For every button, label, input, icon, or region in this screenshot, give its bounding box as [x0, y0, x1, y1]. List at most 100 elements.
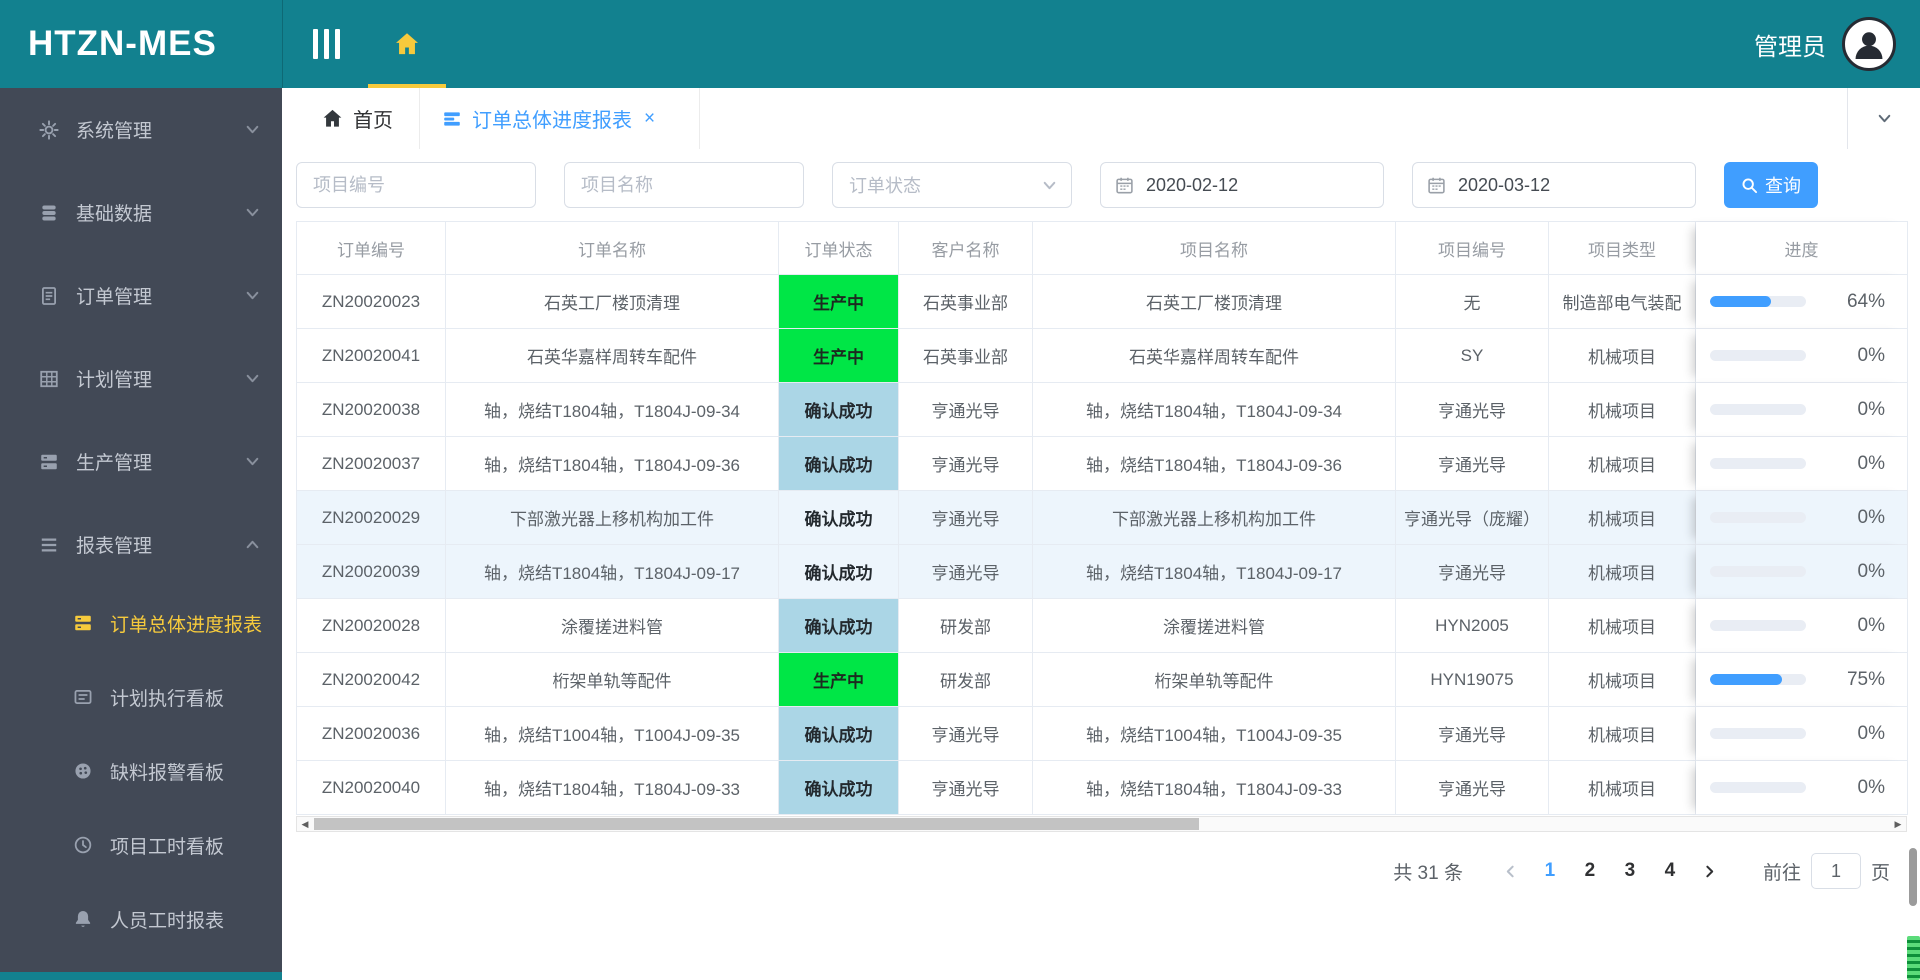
- progress-cell: 64%: [1696, 275, 1908, 329]
- username: 管理员: [1754, 33, 1826, 61]
- project-type-cell: 机械项目: [1549, 761, 1696, 815]
- horizontal-scrollbar[interactable]: ◀ ▶: [296, 816, 1907, 832]
- status-badge: 确认成功: [779, 437, 899, 491]
- order-no-cell: ZN20020029: [297, 491, 446, 545]
- progress-label: 0%: [1857, 344, 1885, 366]
- status-badge: 确认成功: [779, 383, 899, 437]
- document-icon: [38, 285, 60, 307]
- project-name-cell: 轴，烧结T1004轴，T1004J-09-35: [1033, 707, 1396, 761]
- progress-bar: 0%: [1696, 399, 1907, 421]
- sidebar-item-orders[interactable]: 订单管理: [0, 254, 282, 337]
- page-4-button[interactable]: 4: [1650, 860, 1690, 882]
- order-name-cell: 下部激光器上移机构加工件: [446, 491, 779, 545]
- progress-bar: 0%: [1696, 561, 1907, 583]
- table-row: ZN20020023 石英工厂楼顶清理 生产中 石英事业部 石英工厂楼顶清理无制造部电气…: [297, 275, 1908, 329]
- progress-label: 64%: [1846, 290, 1885, 312]
- date-from-input[interactable]: 2020-02-12: [1100, 162, 1384, 208]
- project-no-cell: HYN19075: [1396, 653, 1549, 707]
- status-badge: 生产中: [779, 329, 899, 383]
- select-placeholder: 订单状态: [849, 176, 921, 196]
- column-header: 订单状态: [779, 222, 899, 275]
- server-icon: [72, 612, 94, 634]
- prev-page-button[interactable]: [1491, 864, 1530, 879]
- sidebar: HTZN-MES 系统管理 基础数据 订单管理 计划管理 生产管理 报表管理 订单总体进度报…: [0, 0, 282, 980]
- sidebar-item-reports[interactable]: 报表管理: [0, 503, 282, 586]
- vertical-scrollbar-thumb[interactable]: [1909, 848, 1917, 906]
- home-button[interactable]: [368, 0, 446, 88]
- table-row: ZN20020039 轴，烧结T1804轴，T1804J-09-17 确认成功 亨通光…: [297, 545, 1908, 599]
- avatar[interactable]: [1842, 17, 1896, 71]
- project-type-cell: 机械项目: [1549, 437, 1696, 491]
- column-header: 项目类型: [1549, 222, 1696, 275]
- project-name-cell: 轴，烧结T1804轴，T1804J-09-34: [1033, 383, 1396, 437]
- progress-bar: 0%: [1696, 507, 1907, 529]
- calendar-icon: [1427, 176, 1446, 195]
- sidebar-item-production[interactable]: 生产管理: [0, 420, 282, 503]
- page-3-button[interactable]: 3: [1610, 860, 1650, 882]
- date-to-value: 2020-03-12: [1458, 174, 1551, 195]
- pie-icon: [72, 760, 94, 782]
- tabs-dropdown-button[interactable]: [1847, 88, 1920, 149]
- order-no-cell: ZN20020023: [297, 275, 446, 329]
- order-no-cell: ZN20020041: [297, 329, 446, 383]
- order-name-cell: 轴，烧结T1804轴，T1804J-09-17: [446, 545, 779, 599]
- table-row: ZN20020041 石英华嘉样周转车配件 生产中 石英事业部 石英华嘉样周转车配件 SY…: [297, 329, 1908, 383]
- collapse-menu-icon[interactable]: [313, 29, 340, 59]
- column-header: 订单编号: [297, 222, 446, 275]
- project-no-cell: 亨通光导: [1396, 761, 1549, 815]
- sidebar-subitem-order-progress-report[interactable]: 订单总体进度报表: [0, 586, 282, 660]
- sidebar-item-base-data[interactable]: 基础数据: [0, 171, 282, 254]
- progress-cell: 75%: [1696, 653, 1908, 707]
- order-name-cell: 轴，烧结T1004轴，T1004J-09-35: [446, 707, 779, 761]
- bell-icon: [72, 908, 94, 930]
- progress-label: 0%: [1857, 506, 1885, 528]
- search-button[interactable]: 查询: [1724, 162, 1818, 208]
- project-no-cell: 亨通光导: [1396, 545, 1549, 599]
- column-header: 进度: [1696, 222, 1908, 275]
- project-name-input[interactable]: [564, 162, 804, 208]
- project-type-cell: 机械项目: [1549, 599, 1696, 653]
- chevron-down-icon: [245, 122, 260, 137]
- pagination: 共 31 条 1234 前往 页: [1393, 851, 1890, 891]
- goto-page-input[interactable]: [1810, 853, 1861, 889]
- status-badge: 确认成功: [779, 491, 899, 545]
- tab-order-progress-report[interactable]: 订单总体进度报表 ×: [420, 88, 700, 149]
- column-header: 客户名称: [899, 222, 1033, 275]
- sidebar-subitem-personnel-hours-report[interactable]: 人员工时报表: [0, 882, 282, 956]
- project-name-cell: 轴，烧结T1804轴，T1804J-09-36: [1033, 437, 1396, 491]
- date-to-input[interactable]: 2020-03-12: [1412, 162, 1696, 208]
- table-header-row: 订单编号 订单名称 订单状态 客户名称 项目名称 项目编号 项目类型 进度: [297, 222, 1908, 275]
- project-name-cell: 轴，烧结T1804轴，T1804J-09-17: [1033, 545, 1396, 599]
- horizontal-scrollbar-thumb[interactable]: [314, 818, 1199, 830]
- order-status-select[interactable]: 订单状态: [832, 162, 1072, 208]
- project-no-input[interactable]: [296, 162, 536, 208]
- project-type-cell: 制造部电气装配: [1549, 275, 1696, 329]
- page-1-button[interactable]: 1: [1530, 860, 1570, 882]
- sidebar-item-plans[interactable]: 计划管理: [0, 337, 282, 420]
- sidebar-subitem-project-hours-board[interactable]: 项目工时看板: [0, 808, 282, 882]
- scroll-left-arrow-icon[interactable]: ◀: [297, 817, 313, 831]
- progress-cell: 0%: [1696, 761, 1908, 815]
- customer-cell: 石英事业部: [899, 275, 1033, 329]
- sidebar-subitem-plan-execution-board[interactable]: 计划执行看板: [0, 660, 282, 734]
- chevron-up-icon: [245, 537, 260, 552]
- project-no-cell: 亨通光导（庞耀）: [1396, 491, 1549, 545]
- project-name-cell: 下部激光器上移机构加工件: [1033, 491, 1396, 545]
- progress-label: 0%: [1857, 614, 1885, 636]
- page-suffix: 页: [1870, 862, 1890, 884]
- column-header: 项目编号: [1396, 222, 1549, 275]
- table-row: ZN20020038 轴，烧结T1804轴，T1804J-09-34 确认成功 亨通光…: [297, 383, 1908, 437]
- date-from-value: 2020-02-12: [1146, 174, 1239, 195]
- chevron-down-icon: [1042, 178, 1057, 193]
- sidebar-subitem-shortage-alarm-board[interactable]: 缺料报警看板: [0, 734, 282, 808]
- next-page-button[interactable]: [1690, 864, 1729, 879]
- scroll-right-arrow-icon[interactable]: ▶: [1890, 817, 1906, 831]
- sidebar-item-system[interactable]: 系统管理: [0, 88, 282, 171]
- project-no-cell: 亨通光导: [1396, 383, 1549, 437]
- project-no-cell: 亨通光导: [1396, 437, 1549, 491]
- home-icon: [394, 31, 420, 57]
- progress-cell: 0%: [1696, 437, 1908, 491]
- tab-home[interactable]: 首页: [296, 88, 420, 149]
- close-icon[interactable]: ×: [644, 109, 655, 128]
- page-2-button[interactable]: 2: [1570, 860, 1610, 882]
